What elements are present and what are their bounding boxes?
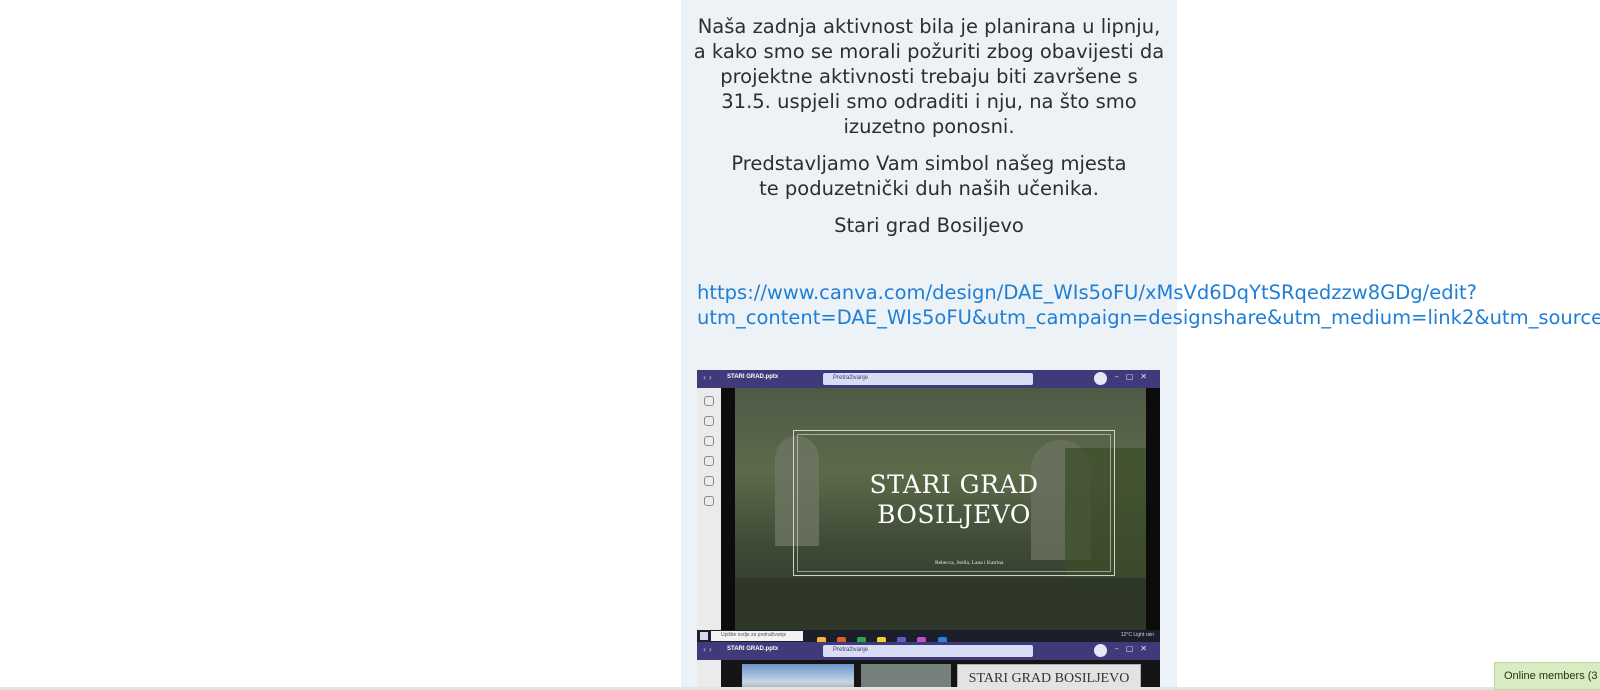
- slide-thumbnails: STARI GRAD BOSILJEVO: [721, 660, 1160, 690]
- steps: [735, 578, 1146, 630]
- search-placeholder: Pretraživanje: [833, 375, 869, 381]
- post-paragraph-3: Stari grad Bosiljevo: [834, 214, 1024, 237]
- castle-photo: STARI GRAD BOSILJEVO Rebecca, Stella, La…: [735, 388, 1146, 630]
- window-controls-icon: –▢✕: [1114, 372, 1154, 381]
- search-box-2: Pretraživanje: [823, 645, 1033, 657]
- windows-taskbar: Upišite ovdje za pretraživanje 12°C Ligh…: [697, 630, 1160, 646]
- slide-title: STARI GRAD BOSILJEVO: [793, 470, 1115, 530]
- activity-icon: [704, 396, 714, 406]
- app-sidebar: [697, 388, 721, 630]
- nav-arrows-icon: ‹ ›: [703, 373, 712, 382]
- online-members-button[interactable]: Online members (3: [1494, 662, 1600, 690]
- taskbar-search: Upišite ovdje za pretraživanje: [711, 631, 803, 641]
- nav-arrows-icon: ‹ ›: [703, 645, 712, 654]
- window-controls-icon: –▢✕: [1114, 644, 1154, 653]
- calls-icon: [704, 476, 714, 486]
- app-titlebar: ‹ › STARI GRAD.pptx Pretraživanje –▢✕: [697, 370, 1160, 388]
- slide-title-line-1: STARI GRAD: [869, 470, 1039, 499]
- slide-subtitle: Rebecca, Stella, Lana i Katrina: [935, 560, 1004, 566]
- app-titlebar-2: ‹ › STARI GRAD.pptx Pretraživanje –▢✕: [697, 642, 1160, 660]
- slide-view: STARI GRAD BOSILJEVO Rebecca, Stella, La…: [721, 388, 1160, 630]
- taskbar-search-text: Upišite ovdje za pretraživanje: [721, 632, 787, 638]
- start-icon: [700, 632, 708, 640]
- files-icon: [704, 496, 714, 506]
- canva-link-line-1[interactable]: https://www.canva.com/design/DAE_WIs5oFU…: [697, 280, 1600, 305]
- teams-icon: [704, 436, 714, 446]
- file-name: STARI GRAD.pptx: [727, 374, 779, 380]
- embedded-screenshot[interactable]: ‹ › STARI GRAD.pptx Pretraživanje –▢✕ ST…: [697, 370, 1160, 690]
- assignments-icon: [704, 456, 714, 466]
- post-paragraph-1: Naša zadnja aktivnost bila je planirana …: [693, 15, 1165, 138]
- app-sidebar-2: [697, 660, 721, 690]
- thumbnail-title: STARI GRAD BOSILJEVO: [968, 671, 1130, 686]
- chat-icon: [704, 416, 714, 426]
- avatar-2: [1094, 644, 1107, 657]
- slide-title-line-2: BOSILJEVO: [877, 500, 1031, 529]
- search-box: Pretraživanje: [823, 373, 1033, 385]
- canva-link-line-2[interactable]: utm_content=DAE_WIs5oFU&utm_campaign=des…: [697, 305, 1600, 330]
- post-paragraph-2: Predstavljamo Vam simbol našeg mjesta te…: [731, 152, 1127, 200]
- file-name-2: STARI GRAD.pptx: [727, 646, 779, 652]
- canva-link[interactable]: https://www.canva.com/design/DAE_WIs5oFU…: [697, 280, 1600, 330]
- avatar: [1094, 372, 1107, 385]
- search-placeholder-2: Pretraživanje: [833, 647, 869, 653]
- system-tray: 12°C Light rain: [1120, 632, 1154, 638]
